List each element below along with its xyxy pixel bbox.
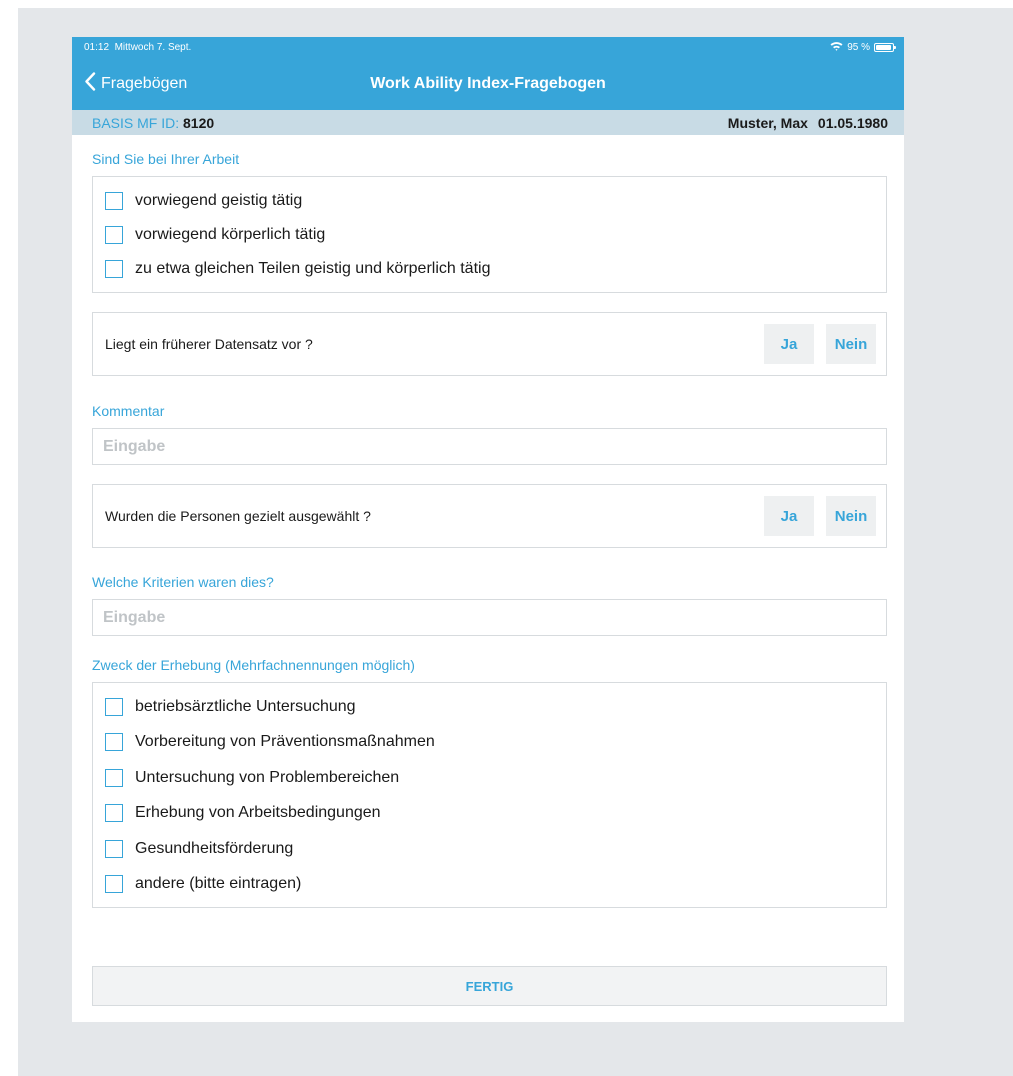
option-label: vorwiegend körperlich tätig	[135, 226, 326, 243]
purpose-option[interactable]: Untersuchung von Problembereichen	[93, 760, 886, 796]
checkbox[interactable]	[105, 192, 123, 210]
status-time-date: 01:12 Mittwoch 7. Sept.	[84, 42, 191, 53]
work-type-option-physical[interactable]: vorwiegend körperlich tätig	[93, 218, 886, 252]
option-label: zu etwa gleichen Teilen geistig und körp…	[135, 260, 491, 277]
purpose-option[interactable]: Vorbereitung von Präventionsmaßnahmen	[93, 725, 886, 761]
checkbox[interactable]	[105, 768, 123, 787]
navigation-bar: Fragebögen Work Ability Index-Fragebogen	[72, 58, 904, 110]
checkbox[interactable]	[105, 804, 123, 823]
purpose-option[interactable]: Gesundheitsförderung	[93, 831, 886, 867]
work-type-options: vorwiegend geistig tätig vorwiegend körp…	[92, 176, 887, 293]
selected-persons-yes-button[interactable]: Ja	[764, 496, 814, 536]
checkbox[interactable]	[105, 733, 123, 752]
work-type-option-equal[interactable]: zu etwa gleichen Teilen geistig und körp…	[93, 252, 886, 286]
patient-id-value: 8120	[183, 114, 215, 131]
criteria-input[interactable]	[92, 599, 887, 636]
patient-info-bar: BASIS MF ID: 8120 Muster, Max 01.05.1980	[72, 110, 904, 135]
patient-id: BASIS MF ID: 8120	[92, 115, 214, 131]
checkbox[interactable]	[105, 697, 123, 716]
battery-percent: 95 %	[847, 42, 870, 53]
patient-name: Muster, Max	[727, 114, 808, 131]
previous-dataset-no-button[interactable]: Nein	[826, 324, 876, 364]
purpose-option-other[interactable]: andere (bitte eintragen)	[93, 867, 886, 903]
yes-no-buttons: Ja Nein	[764, 324, 876, 364]
question-text: Liegt ein früherer Datensatz vor ?	[105, 336, 313, 352]
work-type-label: Sind Sie bei Ihrer Arbeit	[92, 151, 240, 167]
checkbox[interactable]	[105, 226, 123, 244]
purpose-option[interactable]: Erhebung von Arbeitsbedingungen	[93, 796, 886, 832]
yes-no-buttons: Ja Nein	[764, 496, 876, 536]
patient-birthdate: 01.05.1980	[817, 114, 888, 131]
chevron-left-icon	[84, 72, 96, 96]
back-button[interactable]: Fragebögen	[84, 58, 187, 110]
checkbox[interactable]	[105, 260, 123, 278]
status-time: 01:12	[84, 42, 110, 53]
previous-dataset-yes-button[interactable]: Ja	[764, 324, 814, 364]
option-label: betriebsärztliche Untersuchung	[135, 697, 356, 715]
purpose-options: betriebsärztliche Untersuchung Vorbereit…	[92, 682, 887, 908]
patient-identity: Muster, Max 01.05.1980	[728, 115, 888, 131]
question-text: Wurden die Personen gezielt ausgewählt ?	[105, 508, 371, 524]
wifi-icon	[830, 41, 843, 54]
purpose-label: Zweck der Erhebung (Mehrfachnennungen mö…	[92, 657, 415, 673]
checkbox[interactable]	[105, 875, 123, 894]
purpose-option[interactable]: betriebsärztliche Untersuchung	[93, 689, 886, 725]
done-button[interactable]: FERTIG	[92, 966, 887, 1006]
option-label: vorwiegend geistig tätig	[135, 192, 303, 209]
criteria-label: Welche Kriterien waren dies?	[92, 574, 274, 590]
comment-label: Kommentar	[92, 403, 165, 419]
option-label: andere (bitte eintragen)	[135, 875, 302, 893]
selected-persons-question: Wurden die Personen gezielt ausgewählt ?…	[92, 484, 887, 548]
back-button-label: Fragebögen	[101, 75, 188, 92]
option-label: Vorbereitung von Präventionsmaßnahmen	[135, 733, 435, 751]
page-title: Work Ability Index-Fragebogen	[370, 75, 606, 92]
status-indicators: 95 %	[830, 41, 896, 54]
option-label: Gesundheitsförderung	[135, 839, 294, 857]
battery-icon	[874, 43, 896, 52]
checkbox[interactable]	[105, 839, 123, 858]
status-date: Mittwoch 7. Sept.	[114, 42, 192, 53]
option-label: Erhebung von Arbeitsbedingungen	[135, 804, 381, 822]
option-label: Untersuchung von Problembereichen	[135, 768, 400, 786]
patient-id-label: BASIS MF ID:	[92, 114, 180, 131]
tablet-screen: 01:12 Mittwoch 7. Sept. 95 % Fragebögen …	[72, 37, 904, 1022]
previous-dataset-question: Liegt ein früherer Datensatz vor ? Ja Ne…	[92, 312, 887, 376]
selected-persons-no-button[interactable]: Nein	[826, 496, 876, 536]
work-type-option-mental[interactable]: vorwiegend geistig tätig	[93, 184, 886, 218]
comment-input[interactable]	[92, 428, 887, 465]
status-bar: 01:12 Mittwoch 7. Sept. 95 %	[72, 37, 904, 58]
